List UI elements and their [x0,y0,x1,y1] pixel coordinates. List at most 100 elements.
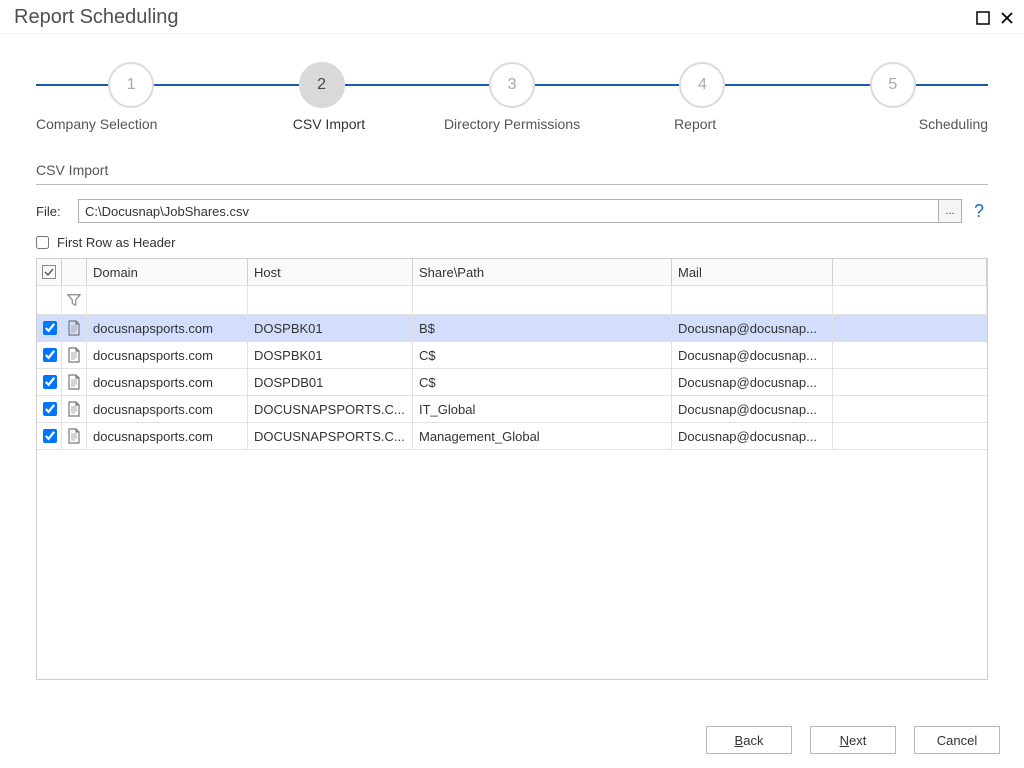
document-icon [62,342,87,368]
cell-spacer [833,396,987,422]
table-row[interactable]: docusnapsports.comDOCUSNAPSPORTS.C...IT_… [37,396,987,423]
step-circle-1[interactable]: 1 [108,62,154,108]
step-circle-3[interactable]: 3 [489,62,535,108]
cell-share: C$ [413,342,672,368]
cell-mail: Docusnap@docusnap... [672,423,833,449]
header-mail[interactable]: Mail [672,259,833,285]
filter-domain[interactable] [87,286,248,314]
document-icon [62,315,87,341]
first-row-header-checkbox-row: First Row as Header [36,235,988,250]
filter-share[interactable] [413,286,672,314]
step-circle-5[interactable]: 5 [870,62,916,108]
step-connector [535,84,607,86]
step-connector [916,84,988,86]
filter-mail[interactable] [672,286,833,314]
title-bar: Report Scheduling [0,0,1024,34]
wizard-footer: Back Next Cancel [706,726,1000,754]
cell-domain: docusnapsports.com [87,369,248,395]
cell-host: DOCUSNAPSPORTS.C... [248,423,413,449]
grid-filter-row [37,286,987,315]
step-circle-4[interactable]: 4 [679,62,725,108]
filter-icon[interactable] [62,286,87,314]
header-domain[interactable]: Domain [87,259,248,285]
cell-domain: docusnapsports.com [87,315,248,341]
step-label-4: Report [604,116,787,132]
step-connector [154,84,226,86]
document-icon [62,369,87,395]
header-share[interactable]: Share\Path [413,259,672,285]
row-checkbox-cell[interactable] [37,396,62,422]
window-title: Report Scheduling [14,6,179,29]
step-connector [607,84,679,86]
row-checkbox-cell[interactable] [37,369,62,395]
first-row-header-label: First Row as Header [57,235,175,250]
row-checkbox[interactable] [43,321,57,335]
section-heading: CSV Import [36,162,988,185]
cell-mail: Docusnap@docusnap... [672,369,833,395]
csv-import-section: CSV Import File: ... ? First Row as Head… [0,140,1024,680]
first-row-header-checkbox[interactable] [36,236,49,249]
cell-spacer [833,369,987,395]
header-check-all[interactable] [37,259,62,285]
step-label-3: Directory Permissions [420,116,603,132]
csv-grid: Domain Host Share\Path Mail docusnapspor… [36,258,988,680]
step-label-5: Scheduling [787,116,988,132]
table-row[interactable]: docusnapsports.comDOSPDB01C$Docusnap@doc… [37,369,987,396]
row-checkbox[interactable] [43,429,57,443]
step-label-1: Company Selection [36,116,237,132]
close-icon[interactable] [1000,11,1014,25]
next-button[interactable]: Next [810,726,896,754]
cell-domain: docusnapsports.com [87,342,248,368]
table-row[interactable]: docusnapsports.comDOCUSNAPSPORTS.C...Man… [37,423,987,450]
row-checkbox-cell[interactable] [37,423,62,449]
cell-domain: docusnapsports.com [87,396,248,422]
cell-host: DOCUSNAPSPORTS.C... [248,396,413,422]
cell-domain: docusnapsports.com [87,423,248,449]
cell-share: IT_Global [413,396,672,422]
cell-mail: Docusnap@docusnap... [672,315,833,341]
step-connector [36,84,108,86]
file-label: File: [36,204,70,219]
step-connector [345,84,417,86]
row-checkbox-cell[interactable] [37,315,62,341]
filter-host[interactable] [248,286,413,314]
step-connector [226,84,298,86]
table-row[interactable]: docusnapsports.comDOSPBK01C$Docusnap@doc… [37,342,987,369]
cell-share: Management_Global [413,423,672,449]
filter-spacer [833,286,987,314]
step-connector [798,84,870,86]
row-checkbox-cell[interactable] [37,342,62,368]
back-button[interactable]: Back [706,726,792,754]
row-checkbox[interactable] [43,402,57,416]
grid-header-row: Domain Host Share\Path Mail [37,259,987,286]
document-icon [62,396,87,422]
step-circle-2[interactable]: 2 [299,62,345,108]
header-type-col [62,259,87,285]
header-host[interactable]: Host [248,259,413,285]
step-connector [417,84,489,86]
step-label-2: CSV Import [237,116,420,132]
cell-host: DOSPDB01 [248,369,413,395]
cell-host: DOSPBK01 [248,315,413,341]
cell-mail: Docusnap@docusnap... [672,342,833,368]
cell-host: DOSPBK01 [248,342,413,368]
cell-spacer [833,315,987,341]
cell-share: B$ [413,315,672,341]
browse-button[interactable]: ... [938,200,961,222]
file-path-input[interactable] [79,200,938,222]
cancel-button[interactable]: Cancel [914,726,1000,754]
file-input-wrap: ... [78,199,962,223]
cell-spacer [833,342,987,368]
window-controls [976,11,1014,25]
row-checkbox[interactable] [43,348,57,362]
header-spacer [833,259,987,285]
grid-body: docusnapsports.comDOSPBK01B$Docusnap@doc… [37,315,987,450]
row-checkbox[interactable] [43,375,57,389]
table-row[interactable]: docusnapsports.comDOSPBK01B$Docusnap@doc… [37,315,987,342]
maximize-icon[interactable] [976,11,990,25]
cell-spacer [833,423,987,449]
help-icon[interactable]: ? [970,201,988,222]
step-connector [725,84,797,86]
document-icon [62,423,87,449]
wizard-stepper: 1 2 3 4 5 Company Selection CSV Import D… [0,34,1024,140]
